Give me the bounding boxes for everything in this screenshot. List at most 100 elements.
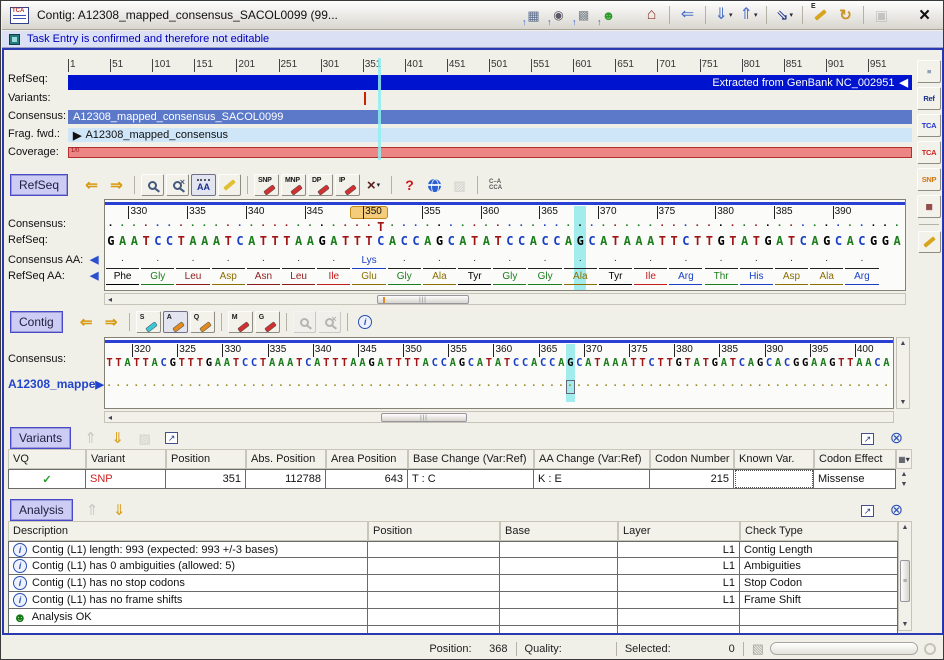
highlight-pencil-icon[interactable] [218,174,241,196]
column-picker-icon[interactable]: ▦▾ [896,449,912,469]
export-view-icon[interactable]: ◉↑ [547,4,570,26]
ref-ruler-icon[interactable]: Ref [917,87,941,110]
ruler-tick [715,206,716,219]
scroll-down-icon[interactable]: ▼ [899,621,911,628]
consensus-dot: · [739,220,751,232]
refseq-scroll-thumb[interactable]: ||| [377,295,469,304]
move-down-icon[interactable]: ⇓ [106,427,129,449]
overview-consensus-bar[interactable]: A12308_mapped_consensus_SACOL0099 [68,110,912,124]
contig-hscrollbar[interactable]: ◂ ||| [104,411,894,423]
refseq-panel-button[interactable]: RefSeq [10,174,68,196]
nav-right-icon[interactable]: ⇒ [105,174,128,196]
variants-column-header[interactable]: VQ [8,449,86,469]
analysis-column-header[interactable]: Base [500,521,618,541]
quality-tool[interactable]: Q [190,311,215,333]
contig-panel-button[interactable]: Contig [10,311,63,333]
snp-table-icon[interactable]: SNP [917,168,941,191]
contig-vscrollbar[interactable]: ▲ ▼ [896,337,910,409]
close-panel-icon[interactable]: ⊗ [885,500,908,522]
alignment-icon[interactable]: C–ACCA [484,174,507,196]
export-image-icon[interactable]: ▩↑ [572,4,595,26]
scroll-left-icon[interactable]: ◂ [108,412,112,423]
consensus-dot: · [727,220,739,232]
analysis-column-header[interactable]: Layer [618,521,740,541]
tca-editor-icon[interactable]: TCA [917,114,941,137]
verify-icon[interactable]: ? [398,174,421,196]
annotation-tool[interactable]: A [163,311,188,333]
gap-tool[interactable]: G [255,311,280,333]
move-down-icon[interactable]: ⇓ [108,499,131,521]
variants-column-header[interactable]: Known Var. [734,449,814,469]
home-icon[interactable]: ⌂ [640,4,663,26]
dp-tool[interactable]: DP [308,174,333,196]
refresh-icon[interactable]: ↻ [834,4,857,26]
overview-ruler-label: 1 [70,59,76,70]
overview-panel-icon[interactable]: ≡ [917,60,941,83]
zoom-out-icon[interactable]: × [166,174,189,196]
nav-left-icon[interactable]: ⇐ [75,311,98,333]
nav-up-icon[interactable]: ⇑▾ [737,4,760,26]
base-letter: T [846,357,855,370]
ip-tool[interactable]: IP [335,174,360,196]
scroll-down-icon[interactable]: ▼ [897,399,909,406]
scroll-down-icon[interactable]: ▼ [898,481,910,488]
aa-ruler-toggle[interactable]: AA [191,174,216,196]
scroll-left-icon[interactable]: ◂ [108,294,112,305]
variants-column-header[interactable]: Abs. Position [246,449,326,469]
nav-left-icon[interactable]: ⇐ [80,174,103,196]
info-icon[interactable]: i [354,311,377,333]
sequence-tool[interactable]: S [136,311,161,333]
detach-panel-icon[interactable]: ↗ [856,428,879,450]
edit-icon[interactable]: E [809,4,832,26]
close-icon[interactable]: × [913,4,936,26]
base-letter: T [593,357,602,370]
overview-frag-bar[interactable]: ▶ A12308_mapped_consensus [68,128,912,142]
analysis-panel-button[interactable]: Analysis [10,499,73,521]
consensus-dot: · [164,220,176,232]
analysis-scroll-thumb[interactable]: ≡ [900,560,910,602]
variants-column-header[interactable]: Codon Effect [814,449,896,469]
remove-variant-icon[interactable]: ×▾ [362,174,385,196]
variants-cell-known_var[interactable] [734,469,814,489]
export-result-icon[interactable]: ☻↑ [597,4,620,26]
chromatogram-icon[interactable]: ▦ [917,195,941,218]
open-external-icon[interactable]: ↗ [160,427,183,449]
variants-panel-button[interactable]: Variants [10,427,71,449]
refseq-sequence-area[interactable]: 330335340345350355360365370375380385390·… [104,199,906,291]
read-name-label[interactable]: A12308_mappe▶ [8,377,104,391]
refseq-hscrollbar[interactable]: ◂ ||| [104,293,906,305]
mnp-tool[interactable]: MNP [281,174,306,196]
contig-sequence-area[interactable]: 3203253303353403453503553603653703753803… [104,337,894,409]
analysis-column-header[interactable]: Check Type [740,521,898,541]
variants-column-header[interactable]: Codon Number [650,449,734,469]
web-search-icon[interactable] [423,174,446,196]
overview-refseq-bar[interactable]: Extracted from GenBank NC_002951 ◀ [68,75,912,90]
analysis-column-header[interactable]: Description [8,521,368,541]
analysis-vscrollbar[interactable]: ▲ ≡ ▼ [898,521,912,631]
tca-plain-icon[interactable]: TCA [917,141,941,164]
nav-right-icon[interactable]: ⇒ [100,311,123,333]
overview-coverage-bar[interactable]: 1/0 [68,147,912,158]
zoom-in-icon[interactable] [141,174,164,196]
close-panel-icon[interactable]: ⊗ [885,428,908,450]
scroll-up-icon[interactable]: ▲ [898,471,910,478]
variants-column-header[interactable]: AA Change (Var:Ref) [534,449,650,469]
detach-panel-icon[interactable]: ↗ [856,500,879,522]
feather-edit-icon[interactable] [918,231,941,253]
variants-column-header[interactable]: Base Change (Var:Ref) [408,449,534,469]
variants-column-header[interactable]: Area Position [326,449,408,469]
scroll-up-icon[interactable]: ▲ [897,340,909,347]
scroll-up-icon[interactable]: ▲ [899,524,911,531]
mismatch-tool[interactable]: M [228,311,253,333]
export-table-icon[interactable]: ▦↑ [522,4,545,26]
snp-tool[interactable]: SNP [254,174,279,196]
overview-plot[interactable]: Extracted from GenBank NC_002951 ◀ A1230… [68,58,912,162]
variants-column-header[interactable]: Position [166,449,246,469]
jump-icon[interactable]: ⇘▾ [773,4,796,26]
base-letter: C [521,357,530,370]
nav-down-icon[interactable]: ⇓▾ [712,4,735,26]
contig-scroll-thumb[interactable]: ||| [381,413,467,422]
nav-back-icon[interactable]: ⇐ [676,4,699,26]
analysis-column-header[interactable]: Position [368,521,500,541]
variants-column-header[interactable]: Variant [86,449,166,469]
